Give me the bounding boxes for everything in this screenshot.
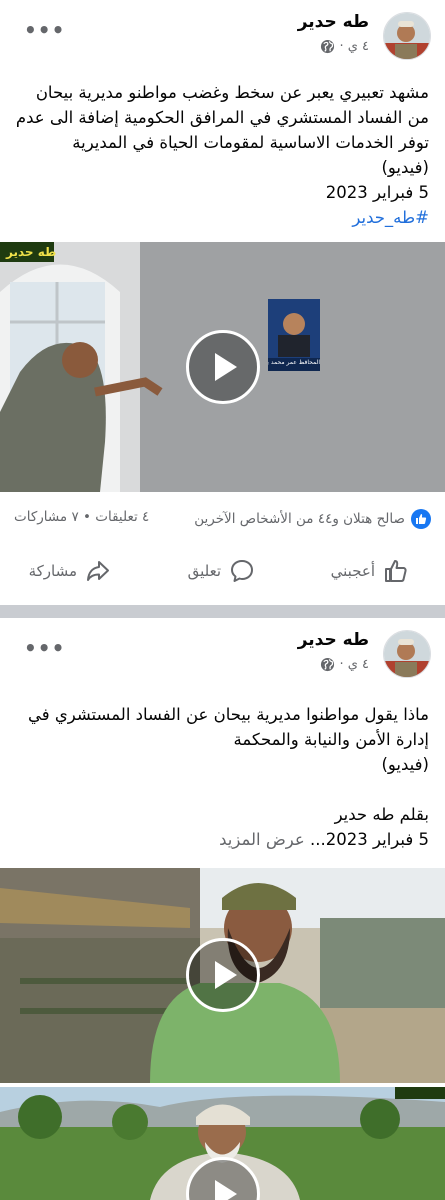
date-text: 5 فبراير 2023... [310,830,429,849]
post-stats: صالح هتلان و٤٤ من الأشخاص الآخرين ٤ تعلي… [14,509,431,533]
play-button[interactable] [186,330,260,404]
watermark: طه حدير [6,245,57,259]
like-badge-icon [411,509,431,529]
comment-button[interactable]: تعليق [188,558,255,584]
comment-label: تعليق [187,562,221,580]
like-button[interactable]: أعجبني [331,558,409,584]
comment-icon [231,560,253,582]
thumbs-up-icon [385,560,407,582]
play-button[interactable] [186,938,260,1012]
poster-caption: المحافظ عمر محمد بن الوزير [268,359,320,366]
post-text: ماذا يقول مواطنوا مديرية بيحان عن الفساد… [14,702,429,852]
post-text-line: من الفساد المستشري في المرافق الحكومية إ… [15,108,429,127]
share-button[interactable]: مشاركة [29,558,111,584]
see-more-link[interactable]: عرض المزيد [219,830,305,849]
share-label: مشاركة [28,562,77,580]
action-bar: أعجبني تعليق مشاركة [0,558,445,594]
more-options-icon[interactable]: ••• [24,636,65,660]
post-text-line: ماذا يقول مواطنوا مديرية بيحان عن الفساد… [27,705,429,724]
post-time[interactable]: ٤ ي · [339,39,369,54]
reactions-summary[interactable]: صالح هتلان و٤٤ من الأشخاص الآخرين [194,509,431,529]
post-text-line: (فيديو) [381,158,429,177]
video-thumbnail[interactable]: طه حدير المحافظ عمر محمد بن الوزير [0,242,445,492]
play-icon [215,961,237,989]
author-name[interactable]: طه حدير [298,12,369,32]
share-icon [87,561,109,581]
post-text-line: توفر الخدمات الاساسية لمقومات الحياة في … [72,133,429,152]
video-thumbnail[interactable] [0,868,445,1083]
post-time[interactable]: ٤ ي · [339,657,369,672]
hashtag-link[interactable]: #طه_حدير [14,205,429,230]
post-header: طه حدير ٤ ي · ••• [14,630,431,680]
post-date-line: 5 فبراير 2023... عرض المزيد [14,827,429,852]
globe-icon [321,39,335,54]
author-name[interactable]: طه حدير [298,630,369,650]
post-text-line: مشهد تعبيري يعبر عن سخط وغضب مواطنو مدير… [35,83,429,102]
video-thumbnail[interactable] [0,1087,445,1200]
post-meta: ٤ ي · [320,657,369,672]
post-date-line: 5 فبراير 2023 [325,183,429,202]
more-options-icon[interactable]: ••• [24,18,65,42]
play-icon [215,1180,237,1200]
avatar[interactable] [383,630,431,678]
post-header: طه حدير ٤ ي · ••• [14,12,431,62]
globe-icon [321,657,335,672]
post-meta: ٤ ي · [320,39,369,54]
post-text-line: (فيديو) [381,755,429,774]
post-text-line: إدارة الأمن والنيابة والمحكمة [233,730,429,749]
avatar[interactable] [383,12,431,60]
post-text: مشهد تعبيري يعبر عن سخط وغضب مواطنو مدير… [14,80,429,230]
reactions-text: صالح هتلان و٤٤ من الأشخاص الآخرين [194,511,405,527]
byline: بقلم طه حدير [334,805,429,824]
comments-shares-count[interactable]: ٤ تعليقات • ٧ مشاركات [14,509,149,525]
post-card: طه حدير ٤ ي · ••• ماذا يقول مواطنوا مدير… [0,618,445,1200]
post-separator [0,605,445,618]
play-icon [215,353,237,381]
post-card: طه حدير ٤ ي · ••• مشهد تعبيري يعبر عن سخ… [0,0,445,605]
like-label: أعجبني [330,562,375,580]
